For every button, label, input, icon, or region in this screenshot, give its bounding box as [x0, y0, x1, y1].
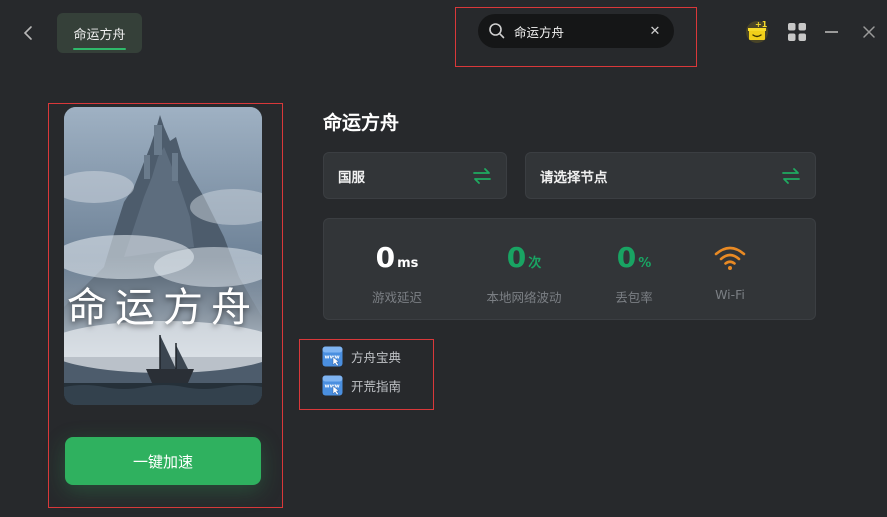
stat-wifi: Wi-Fi [690, 241, 770, 302]
back-icon [23, 26, 32, 40]
loss-unit: % [638, 256, 652, 271]
svg-text:www: www [325, 383, 340, 389]
link-kaihuang-zhinan[interactable]: www 开荒指南 [322, 374, 401, 396]
tab-game[interactable]: 命运方舟 [57, 13, 142, 53]
close-icon[interactable] [861, 24, 877, 40]
network-stats-panel: 0 ms 游戏延迟 0 次 本地网络波动 0 % 丢包率 Wi-Fi [323, 218, 816, 320]
stat-jitter: 0 次 本地网络波动 [474, 241, 574, 306]
wifi-label: Wi-Fi [715, 287, 745, 302]
game-cover-image: 命运方舟 [64, 107, 262, 405]
node-value: 请选择节点 [540, 169, 608, 186]
swap-icon [473, 167, 491, 184]
back-button[interactable] [18, 22, 38, 44]
loss-value: 0 [616, 241, 637, 274]
www-link-icon: www [322, 346, 343, 366]
loss-label: 丢包率 [615, 290, 653, 305]
node-selector[interactable]: 请选择节点 [525, 152, 816, 199]
annotation-box-search [455, 7, 697, 67]
swap-icon [782, 167, 800, 184]
game-title: 命运方舟 [323, 112, 400, 134]
svg-text:+1: +1 [755, 20, 768, 29]
tab-label: 命运方舟 [73, 27, 126, 43]
latency-label: 游戏延迟 [371, 290, 422, 305]
apps-icon[interactable] [788, 23, 806, 41]
latency-unit: ms [397, 256, 419, 271]
region-selector[interactable]: 国服 [323, 152, 507, 199]
link-label: 开荒指南 [351, 378, 402, 394]
region-value: 国服 [338, 169, 365, 186]
stat-packet-loss: 0 % 丢包率 [594, 241, 674, 306]
jitter-unit: 次 [528, 256, 542, 271]
link-fangzhou-baodian[interactable]: www 方舟宝典 [322, 345, 401, 367]
tab-active-indicator [73, 48, 126, 50]
minimize-icon[interactable] [825, 31, 838, 33]
cover-title: 命运方舟 [67, 285, 259, 331]
jitter-value: 0 [506, 241, 527, 274]
svg-text:www: www [325, 354, 340, 360]
jitter-label: 本地网络波动 [486, 290, 562, 305]
gift-icon[interactable]: +1 [744, 18, 770, 44]
latency-value: 0 [375, 241, 396, 274]
www-link-icon: www [322, 375, 343, 395]
one-click-accelerate-button[interactable]: 一键加速 [65, 437, 261, 485]
stat-latency: 0 ms 游戏延迟 [352, 241, 442, 306]
link-label: 方舟宝典 [351, 349, 402, 365]
wifi-icon [714, 246, 746, 270]
